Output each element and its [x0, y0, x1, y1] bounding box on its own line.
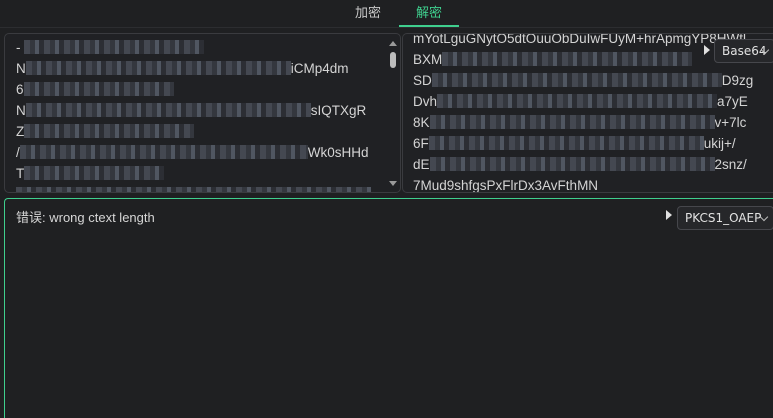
key-line: SD D9zg: [413, 70, 773, 91]
key-line-start: 6F: [413, 136, 429, 151]
padding-expand-icon[interactable]: [666, 210, 672, 220]
key-line-end: a7yE: [717, 94, 748, 109]
ciphertext-line: NiCMp4dm: [16, 58, 376, 79]
ciphertext-line: Z: [16, 121, 376, 142]
key-line-start: dE: [413, 157, 430, 172]
redacted-text: [429, 157, 715, 171]
key-line-end: 2snz/: [714, 157, 747, 172]
scroll-thumb[interactable]: [390, 52, 396, 68]
key-line-start: 8K: [413, 115, 430, 130]
tab-encrypt[interactable]: 加密: [345, 0, 391, 26]
redacted-text: [25, 103, 311, 117]
ciphertext-scrollbar[interactable]: [386, 34, 400, 192]
key-line: 8K v+7lc: [413, 112, 773, 133]
ciphertext-line: / Wk0sHHd: [16, 142, 376, 163]
redacted-text: [25, 61, 291, 75]
tab-decrypt-label: 解密: [415, 6, 442, 21]
key-line-start: 7Mud9shfgsPxFlrDx3AvFthMN: [413, 178, 599, 193]
padding-select[interactable]: PKCS1_OAEP: [677, 206, 773, 230]
ciphertext-text[interactable]: - NiCMp4dm 6 NsIQTXgR Z / Wk0sHHd T: [16, 37, 376, 192]
key-line-start: Dvh: [413, 94, 438, 109]
redacted-text: [24, 166, 165, 180]
scroll-up-arrow-icon[interactable]: [389, 41, 397, 46]
redacted-text: [429, 115, 715, 129]
redacted-text: [442, 52, 693, 66]
key-line: 6F ukij+/: [413, 133, 773, 154]
encoding-select[interactable]: Base64: [714, 39, 773, 63]
ciphertext-line-start: N: [16, 103, 26, 118]
ciphertext-line: -: [16, 37, 376, 58]
redacted-text: [428, 136, 704, 150]
ciphertext-line-end: sIQTXgR: [310, 103, 367, 118]
redacted-text: [19, 145, 308, 159]
encoding-select-value: Base64: [722, 44, 767, 58]
tab-decrypt[interactable]: 解密: [399, 0, 459, 27]
key-line: dE 2snz/: [413, 154, 773, 175]
padding-select-value: PKCS1_OAEP: [685, 211, 762, 225]
encoding-expand-icon[interactable]: [704, 45, 710, 55]
key-line-end: D9zg: [721, 73, 754, 88]
ciphertext-line: [16, 184, 376, 192]
ciphertext-line-start: -: [16, 40, 25, 55]
active-tab-indicator: [399, 25, 459, 27]
output-panel[interactable]: 错误: wrong ctext length: [4, 198, 773, 418]
ciphertext-line: T: [16, 163, 376, 184]
ciphertext-line-start: T: [16, 166, 25, 181]
ciphertext-input[interactable]: - NiCMp4dm 6 NsIQTXgR Z / Wk0sHHd T: [4, 33, 401, 193]
key-line-start: mYotLguGNytO5dtOuuObDuIwFUyM+hrApmgYP8HW…: [413, 33, 746, 46]
error-message: 错误: wrong ctext length: [16, 210, 155, 225]
redacted-text: [24, 124, 195, 138]
key-line: Dvh a7yE: [413, 91, 773, 112]
mode-tabbar: 加密 解密: [0, 0, 773, 28]
redacted-text: [431, 73, 722, 87]
key-line-start: SD: [413, 73, 432, 88]
key-line-end: ukij+/: [703, 136, 736, 151]
redacted-text: [16, 187, 371, 192]
ciphertext-line-start: 6: [16, 82, 24, 97]
ciphertext-line-end: Wk0sHHd: [307, 145, 369, 160]
ciphertext-line: NsIQTXgR: [16, 100, 376, 121]
scroll-down-arrow-icon[interactable]: [389, 181, 397, 186]
ciphertext-line-start: Z: [16, 124, 25, 139]
key-line-start: BXM: [413, 52, 443, 67]
ciphertext-line-end: iCMp4dm: [290, 61, 349, 76]
ciphertext-line: 6: [16, 79, 376, 100]
redacted-text: [23, 82, 174, 96]
key-line: 7Mud9shfgsPxFlrDx3AvFthMN: [413, 175, 773, 193]
key-line-end: v+7lc: [714, 115, 747, 130]
ciphertext-line-start: N: [16, 61, 26, 76]
redacted-text: [24, 40, 205, 54]
redacted-text: [437, 94, 718, 108]
